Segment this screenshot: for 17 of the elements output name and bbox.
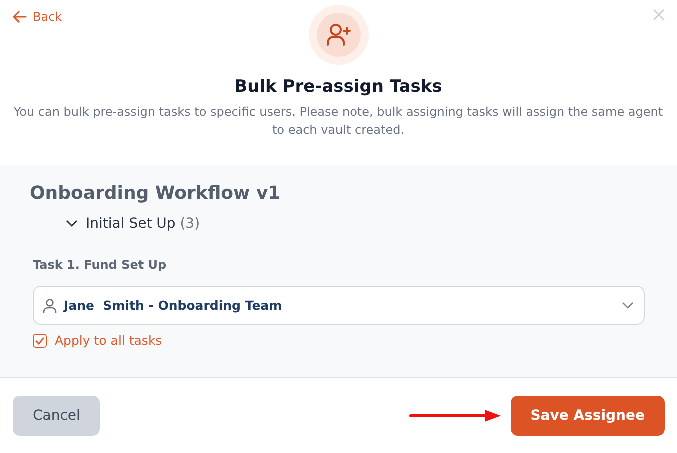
- task-label: Task 1. Fund Set Up: [33, 258, 168, 272]
- arrow-left-icon: [13, 11, 27, 23]
- cancel-button[interactable]: Cancel: [13, 396, 100, 436]
- check-icon: [35, 336, 45, 344]
- close-icon[interactable]: [653, 9, 665, 21]
- back-link[interactable]: Back: [13, 10, 62, 24]
- chevron-down-icon: [622, 302, 634, 310]
- task-group-toggle[interactable]: Initial Set Up (3): [66, 216, 645, 232]
- assignee-select[interactable]: Jane Smith - Onboarding Team: [33, 286, 645, 325]
- apply-all-checkbox[interactable]: Apply to all tasks: [33, 333, 162, 348]
- chevron-icon: [66, 220, 78, 228]
- user-plus-icon: [326, 23, 352, 47]
- dialog-title: Bulk Pre-assign Tasks: [234, 77, 442, 97]
- user-icon: [42, 298, 58, 314]
- workflow-title: Onboarding Workflow v1: [30, 183, 282, 204]
- save-button[interactable]: Save Assignee: [510, 396, 665, 436]
- dialog-description: You can bulk pre-assign tasks to specific users. Please note, bulk assigning tasks will assign the same agent to each vault created.: [12, 104, 664, 139]
